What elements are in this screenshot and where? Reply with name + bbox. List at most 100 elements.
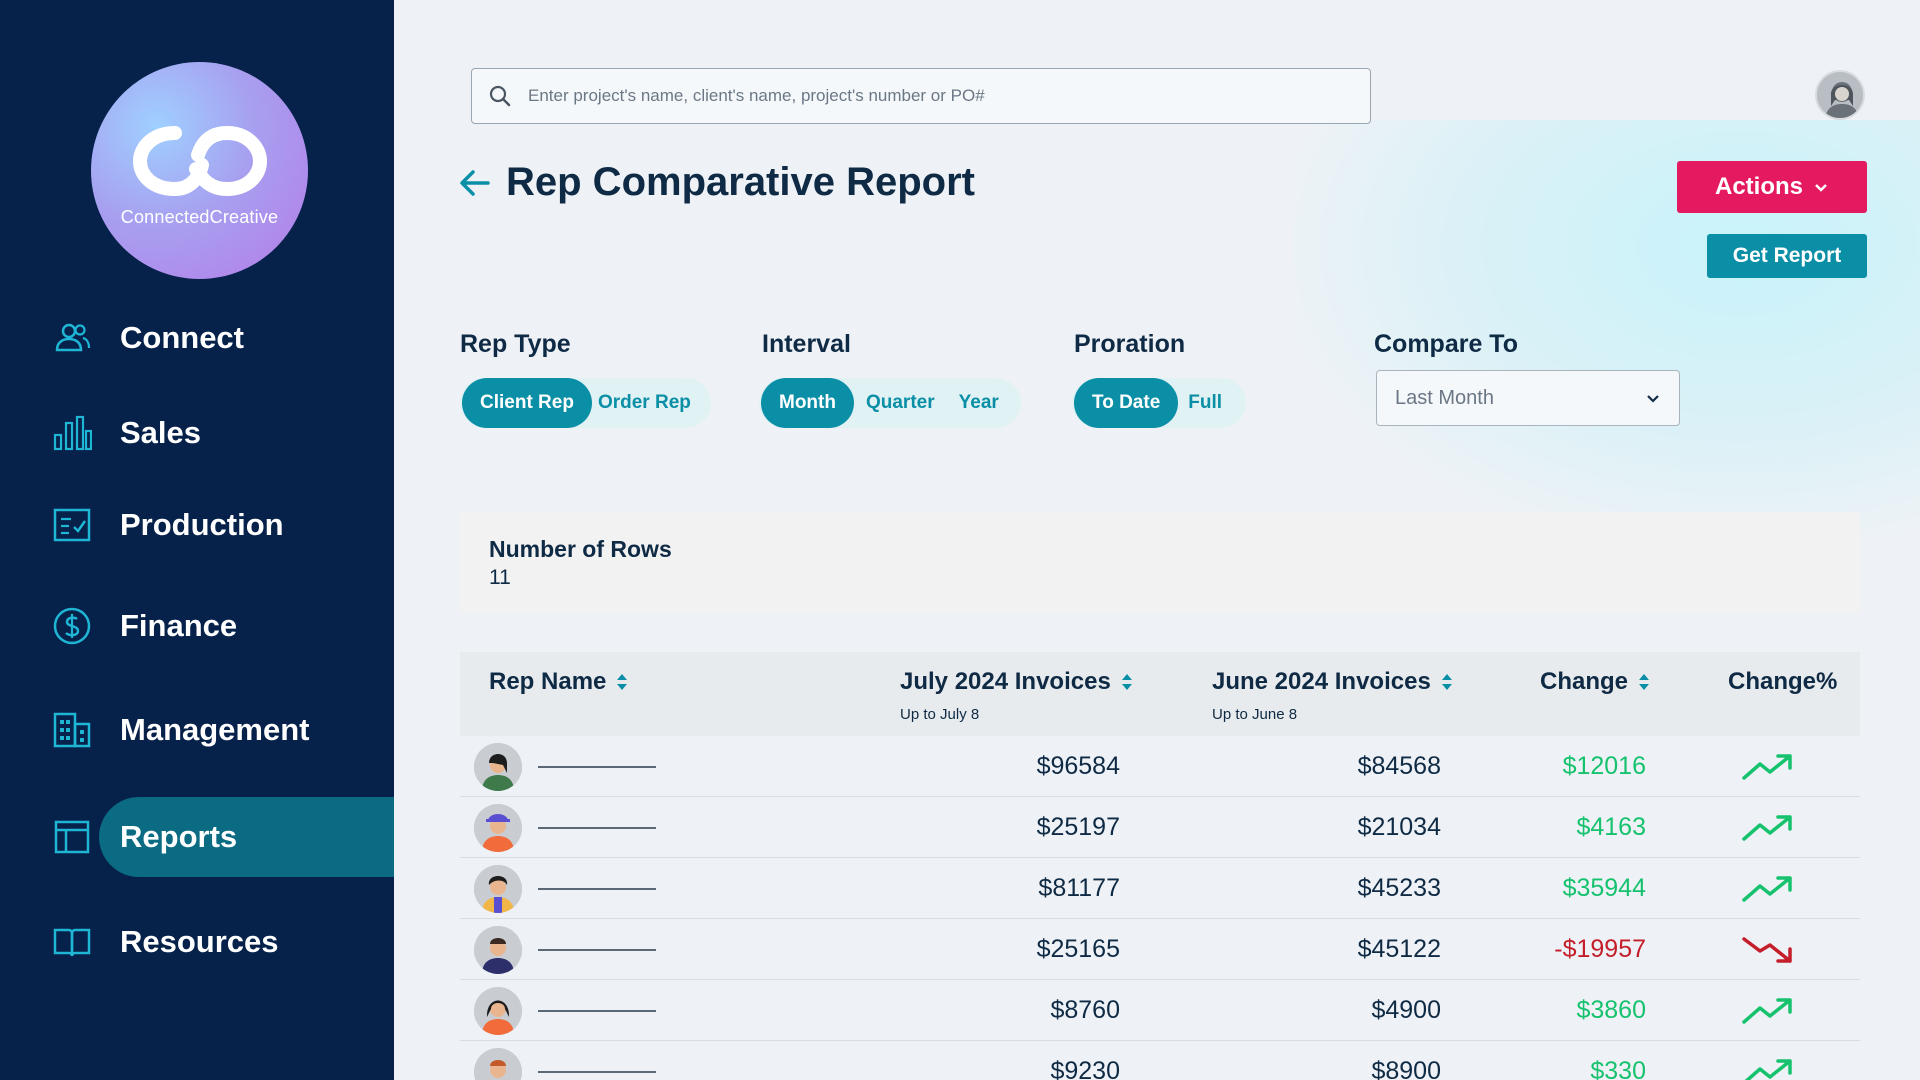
book-icon <box>52 922 92 962</box>
rep-name-redacted <box>538 949 656 951</box>
sidebar-item-label: Management <box>120 712 310 747</box>
rep-name-redacted <box>538 1071 656 1073</box>
proration-label: Proration <box>1074 330 1186 358</box>
rep-avatar <box>474 743 522 791</box>
trend-up-icon <box>1742 815 1792 841</box>
sidebar-item-label: Resources <box>120 924 279 959</box>
page-title: Rep Comparative Report <box>506 160 975 204</box>
column-label: Change% <box>1728 668 1838 695</box>
sidebar-item-label: Connect <box>120 320 244 355</box>
change-value: $330 <box>1590 1057 1646 1080</box>
person-avatar-icon <box>474 804 522 852</box>
chevron-down-icon <box>1815 184 1827 192</box>
trend-up-icon <box>1742 876 1792 902</box>
infinity-logo-icon <box>132 125 267 197</box>
rep-name-redacted <box>538 766 656 768</box>
column-header-rep-name[interactable]: Rep Name <box>489 668 628 696</box>
users-icon <box>52 318 92 358</box>
trend-down-icon <box>1742 937 1792 963</box>
change-value: $12016 <box>1562 752 1646 780</box>
rows-label: Number of Rows <box>489 536 672 562</box>
interval-option-year[interactable]: Year <box>947 378 1019 428</box>
june-invoices-value: $45122 <box>1357 935 1441 963</box>
rows-summary: Number of Rows 11 <box>460 512 1860 612</box>
proration-option-full[interactable]: Full <box>1178 378 1244 428</box>
sidebar-item-connect[interactable]: Connect <box>0 298 394 378</box>
interval-option-quarter[interactable]: Quarter <box>854 378 947 428</box>
sidebar-item-label: Finance <box>120 608 238 643</box>
sidebar-item-sales[interactable]: Sales <box>0 393 394 473</box>
compare-to-label: Compare To <box>1374 330 1518 358</box>
rep-type-label: Rep Type <box>460 330 571 358</box>
column-sublabel: Up to June 8 <box>1212 706 1298 723</box>
column-header-june-invoices[interactable]: June 2024 Invoices Up to June 8 <box>1212 668 1453 723</box>
trend-up-icon <box>1744 1059 1792 1080</box>
sidebar-item-management[interactable]: Management <box>0 690 394 770</box>
logo[interactable]: ConnectedCreative <box>91 62 308 279</box>
interval-toggle: Month Quarter Year <box>759 378 1021 428</box>
proration-toggle: To Date Full <box>1072 378 1247 428</box>
checklist-icon <box>52 505 92 545</box>
search-bar[interactable] <box>471 68 1371 124</box>
column-label: July 2024 Invoices <box>900 668 1111 695</box>
sidebar: ConnectedCreative Connect Sales Producti… <box>0 0 394 1080</box>
sidebar-item-reports[interactable]: Reports <box>0 797 394 877</box>
proration-option-to-date[interactable]: To Date <box>1074 378 1179 428</box>
chevron-down-icon <box>1647 395 1659 403</box>
rep-type-option-client-rep[interactable]: Client Rep <box>462 378 592 428</box>
table-row[interactable]: $9230 $8900 $330 <box>460 1041 1860 1080</box>
actions-button[interactable]: Actions <box>1677 161 1867 213</box>
july-invoices-value: $96584 <box>1036 752 1120 780</box>
interval-option-month[interactable]: Month <box>761 378 854 428</box>
column-header-july-invoices[interactable]: July 2024 Invoices Up to July 8 <box>900 668 1133 723</box>
sort-icon <box>617 674 628 690</box>
person-avatar-icon <box>474 743 522 791</box>
change-value: -$19957 <box>1554 935 1646 963</box>
table-row[interactable]: $81177 $45233 $35944 <box>460 858 1860 919</box>
logo-text: ConnectedCreative <box>120 207 279 227</box>
sidebar-item-resources[interactable]: Resources <box>0 902 394 982</box>
rep-avatar <box>474 865 522 913</box>
table-row[interactable]: $96584 $84568 $12016 <box>460 736 1860 797</box>
july-invoices-value: $9230 <box>1050 1057 1120 1080</box>
column-label: Rep Name <box>489 668 607 695</box>
compare-to-select[interactable]: Last Month <box>1376 370 1680 426</box>
table-row[interactable]: $25165 $45122 -$19957 <box>460 919 1860 980</box>
june-invoices-value: $21034 <box>1357 813 1441 841</box>
actions-label: Actions <box>1714 173 1803 200</box>
trend-up-icon <box>1742 998 1792 1024</box>
user-silhouette-icon <box>1817 72 1863 118</box>
building-icon <box>52 710 92 750</box>
column-header-change[interactable]: Change <box>1540 668 1650 696</box>
change-value: $35944 <box>1562 874 1646 902</box>
sidebar-item-label: Reports <box>120 819 238 854</box>
rep-avatar <box>474 1048 522 1080</box>
sort-icon <box>1639 674 1650 690</box>
rep-name-redacted <box>538 1010 656 1012</box>
sort-icon <box>1121 674 1132 690</box>
user-avatar[interactable] <box>1815 70 1865 120</box>
search-input[interactable] <box>528 86 1348 106</box>
back-arrow-icon[interactable] <box>458 166 492 200</box>
rep-avatar <box>474 987 522 1035</box>
sidebar-item-production[interactable]: Production <box>0 485 394 565</box>
person-avatar-icon <box>474 1048 522 1080</box>
person-avatar-icon <box>474 987 522 1035</box>
report-table: Rep Name July 2024 Invoices Up to July 8… <box>460 652 1860 1080</box>
column-label: June 2024 Invoices <box>1212 668 1431 695</box>
rep-avatar <box>474 804 522 852</box>
sidebar-item-finance[interactable]: Finance <box>0 586 394 666</box>
trend-up-icon <box>1742 754 1792 780</box>
table-row[interactable]: $25197 $21034 $4163 <box>460 797 1860 858</box>
get-report-button[interactable]: Get Report <box>1707 234 1867 278</box>
table-row[interactable]: $8760 $4900 $3860 <box>460 980 1860 1041</box>
interval-label: Interval <box>762 330 851 358</box>
main-content: Rep Comparative Report Actions Get Repor… <box>394 0 1920 1080</box>
column-sublabel: Up to July 8 <box>900 706 980 723</box>
rep-name-redacted <box>538 888 656 890</box>
rep-type-option-order-rep[interactable]: Order Rep <box>592 378 709 428</box>
bar-chart-icon <box>52 413 92 453</box>
june-invoices-value: $45233 <box>1357 874 1441 902</box>
sort-icon <box>1441 674 1452 690</box>
sidebar-item-label: Sales <box>120 415 202 450</box>
